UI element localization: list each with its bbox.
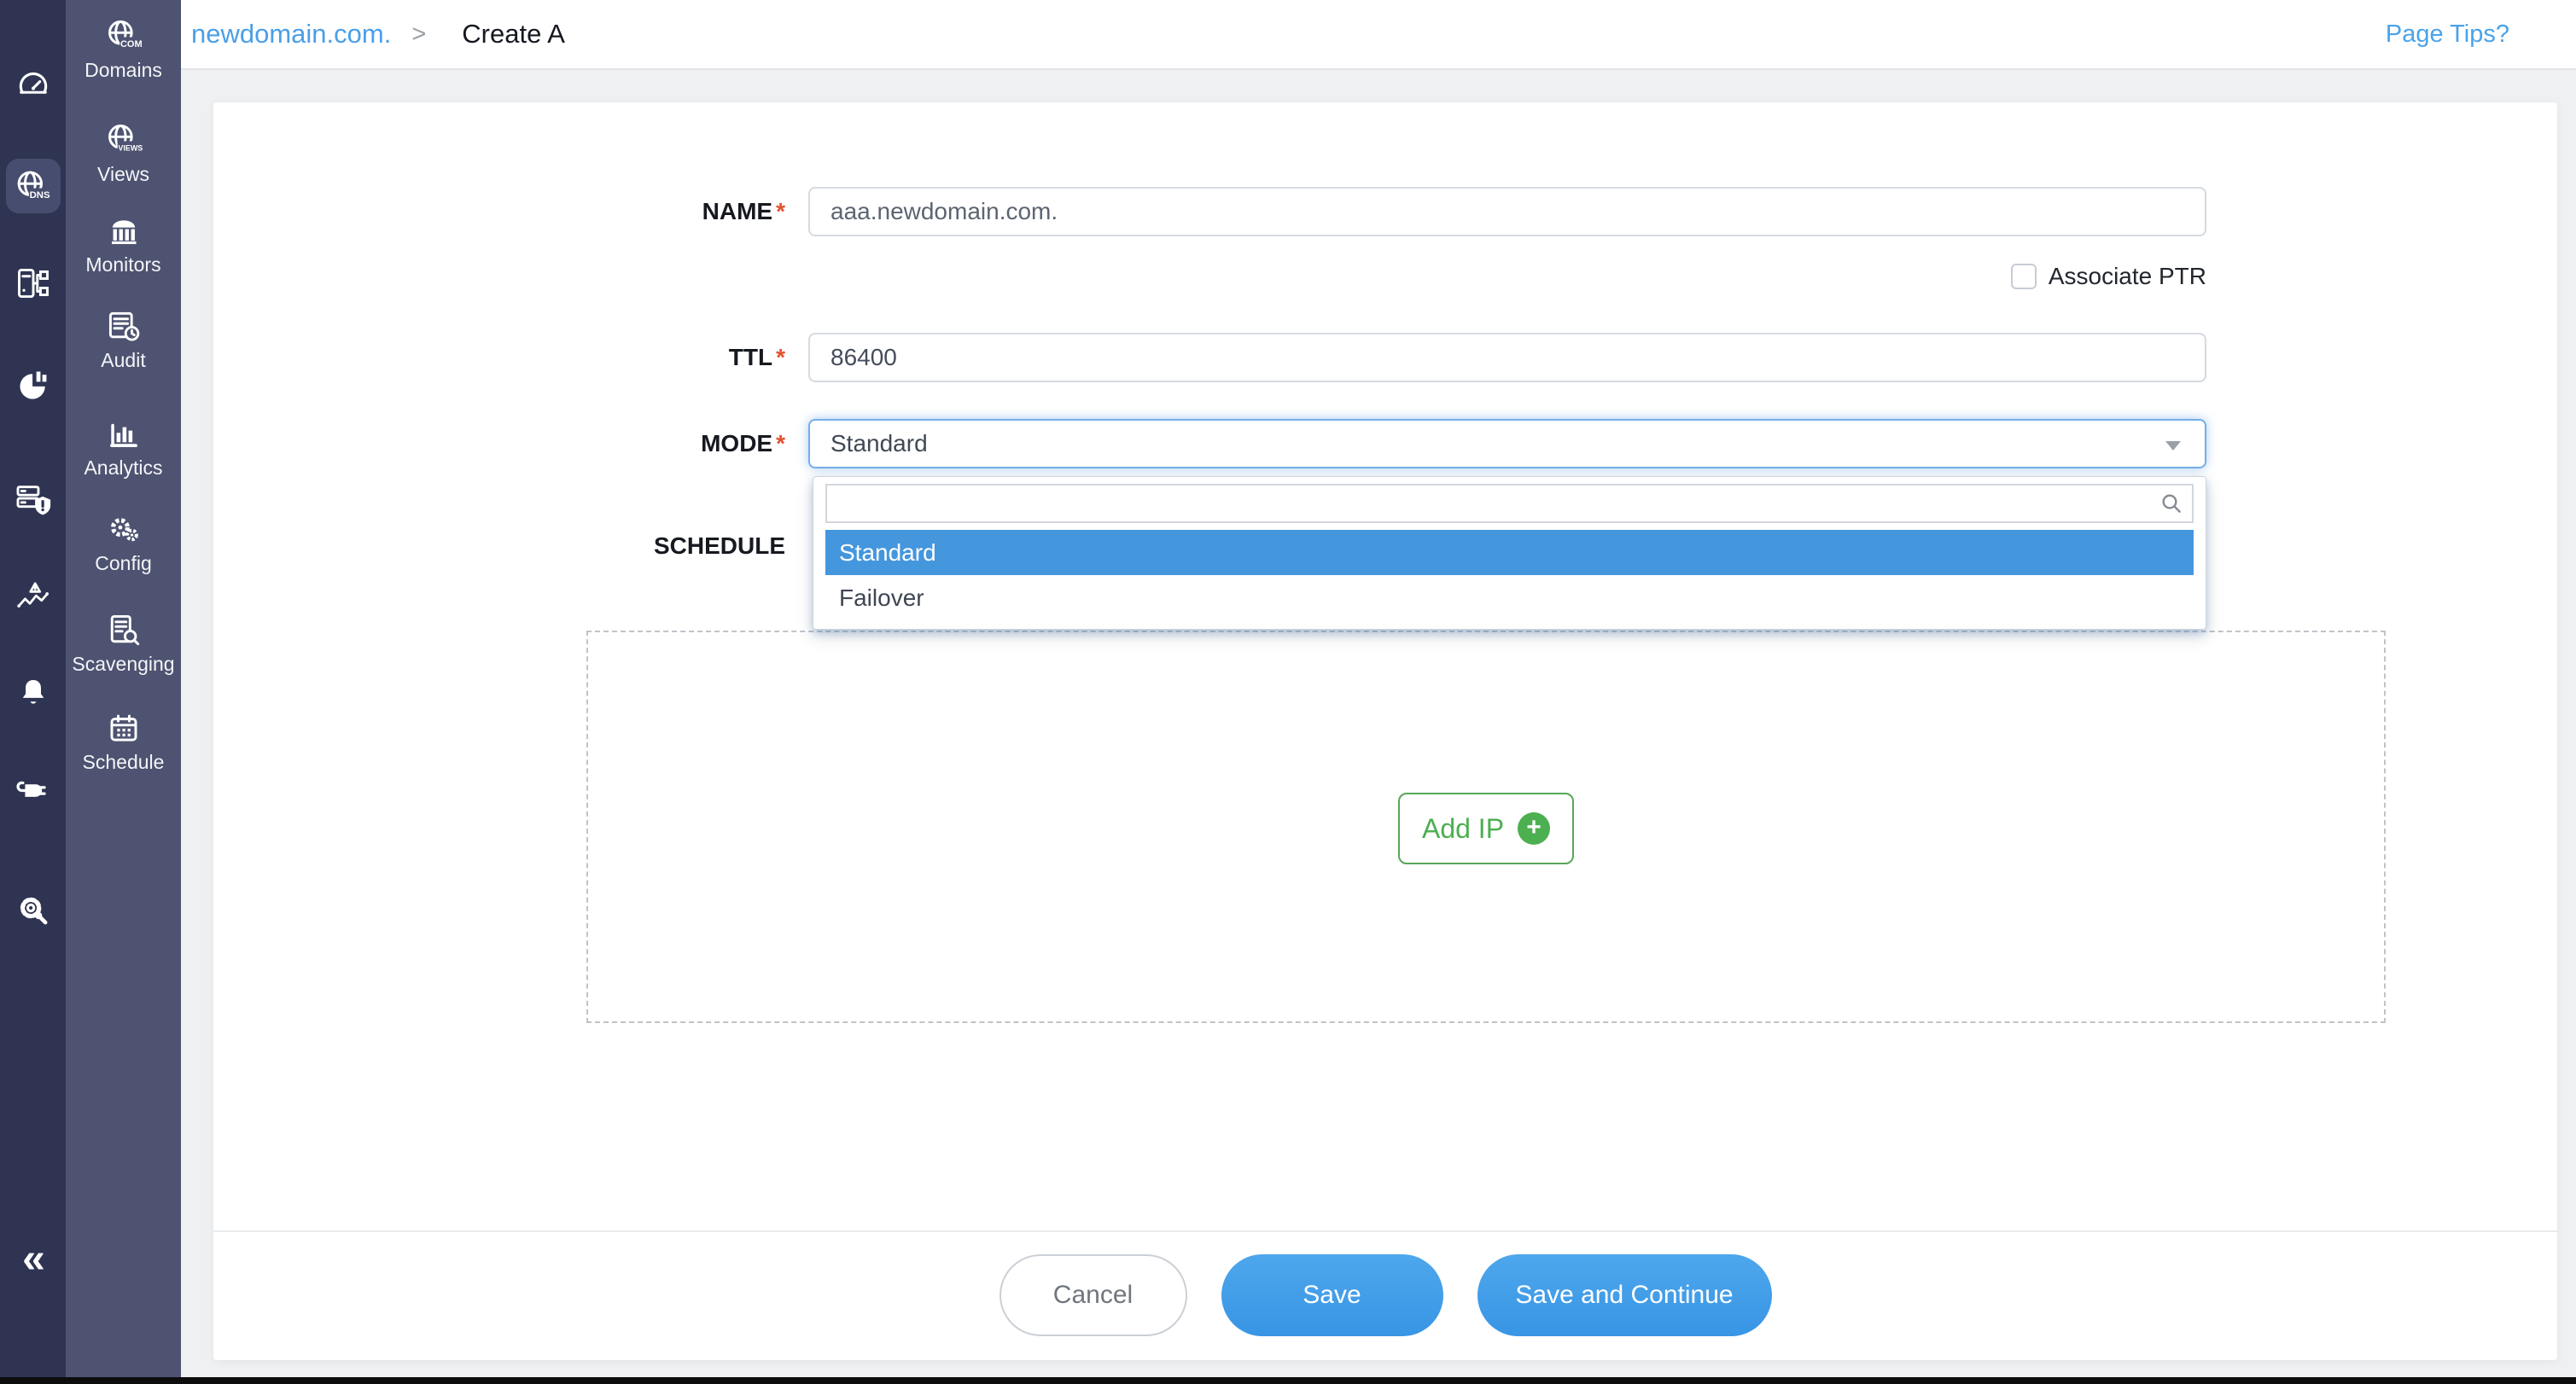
notifications-bell-icon — [15, 674, 52, 712]
sidebar-menu: COM Domains VIEWS Views Monitors — [66, 0, 181, 1384]
dropdown-option-list: Standard Failover — [825, 530, 2194, 620]
dashboard-gauge-icon — [15, 67, 52, 104]
mode-required-mark: * — [776, 430, 785, 456]
add-ip-label: Add IP — [1422, 813, 1504, 845]
reports-pie-icon — [15, 367, 52, 404]
dropdown-option-failover[interactable]: Failover — [825, 575, 2194, 620]
sidebar-item-analytics[interactable]: Analytics — [66, 416, 181, 480]
sidebar-item-audit[interactable]: Audit — [66, 307, 181, 372]
views-badge-text: VIEWS — [118, 143, 143, 152]
create-a-record-form-card: NAME* Associate PTR TTL* MODE* Standard … — [213, 102, 2557, 1360]
rail-item-anomaly[interactable] — [0, 579, 66, 616]
sidebar-item-scavenging[interactable]: Scavenging — [66, 611, 181, 676]
rail-item-notifications[interactable] — [0, 674, 66, 712]
globe-com-icon: COM — [66, 17, 181, 55]
ttl-input[interactable] — [808, 333, 2206, 382]
analytics-bars-icon — [66, 416, 181, 452]
search-icon — [2158, 490, 2185, 521]
collapse-chevrons-icon: « — [22, 1236, 44, 1282]
breadcrumb-separator: > — [411, 20, 426, 49]
sidebar-item-schedule[interactable]: Schedule — [66, 711, 181, 774]
sidebar-collapse-button[interactable]: « — [0, 1236, 66, 1282]
rail-item-admin[interactable] — [0, 889, 66, 928]
add-ip-button[interactable]: Add IP + — [1398, 793, 1574, 864]
breadcrumb-domain-link[interactable]: newdomain.com. — [191, 19, 391, 49]
associate-ptr-row: Associate PTR — [808, 261, 2206, 292]
name-required-mark: * — [776, 198, 785, 224]
sidebar-item-label: Schedule — [66, 751, 181, 774]
mode-label: MODE* — [213, 419, 785, 468]
rail-item-dashboard[interactable] — [0, 67, 66, 104]
save-button[interactable]: Save — [1221, 1254, 1443, 1336]
rail-item-reports[interactable] — [0, 367, 66, 404]
config-gears-icon — [66, 510, 181, 548]
rail-item-ipam[interactable] — [0, 265, 66, 302]
rail-item-faults[interactable] — [0, 480, 66, 519]
com-badge-text: COM — [119, 39, 142, 49]
sidebar-item-domains[interactable]: COM Domains — [66, 17, 181, 82]
integrations-plug-icon — [14, 770, 53, 809]
footer-divider — [213, 1230, 2557, 1232]
ttl-required-mark: * — [776, 344, 785, 370]
dns-badge-text: DNS — [29, 190, 50, 201]
dns-globe-icon: DNS — [15, 167, 52, 205]
mode-dropdown-panel: Standard Failover — [813, 476, 2206, 630]
audit-list-clock-icon — [66, 307, 181, 345]
rail-item-dns[interactable]: DNS — [0, 167, 66, 205]
icon-rail: DNS — [0, 0, 66, 1384]
sidebar-item-label: Config — [66, 552, 181, 575]
anomaly-graph-icon — [15, 579, 52, 616]
name-input[interactable] — [808, 187, 2206, 236]
page-title: Create A — [462, 19, 565, 49]
globe-views-icon: VIEWS — [66, 121, 181, 159]
monitors-building-icon — [66, 213, 181, 249]
schedule-calendar-icon — [66, 711, 181, 747]
sidebar-item-label: Monitors — [66, 253, 181, 276]
sidebar-item-views[interactable]: VIEWS Views — [66, 121, 181, 186]
associate-ptr-checkbox[interactable] — [2011, 264, 2037, 289]
sidebar-item-label: Scavenging — [66, 653, 181, 676]
dropdown-search-input[interactable] — [825, 484, 2194, 523]
mode-selected-value: Standard — [830, 430, 928, 457]
ip-list-dropzone: Add IP + — [586, 631, 2386, 1023]
admin-tools-icon — [14, 889, 53, 928]
sidebar-item-label: Domains — [66, 59, 181, 82]
dropdown-search-wrap — [825, 484, 2194, 523]
associate-ptr-label: Associate PTR — [2049, 263, 2206, 290]
scavenging-search-doc-icon — [66, 611, 181, 648]
rail-item-integrations[interactable] — [0, 770, 66, 809]
top-bar: newdomain.com. > Create A Page Tips? — [181, 0, 2576, 70]
dropdown-option-standard[interactable]: Standard — [825, 530, 2194, 575]
mode-select[interactable]: Standard — [808, 419, 2206, 468]
sidebar-item-config[interactable]: Config — [66, 510, 181, 575]
sidebar-item-label: Audit — [66, 349, 181, 372]
page-tips-link[interactable]: Page Tips? — [2386, 20, 2509, 49]
name-label: NAME* — [213, 187, 785, 236]
sidebar-item-label: Views — [66, 163, 181, 186]
sidebar-item-label: Analytics — [66, 456, 181, 480]
plus-circle-icon: + — [1518, 812, 1550, 845]
sidebar-item-monitors[interactable]: Monitors — [66, 213, 181, 276]
bottom-edge-strip — [0, 1377, 2576, 1384]
ttl-label: TTL* — [213, 333, 785, 382]
dropdown-caret-icon — [2165, 441, 2181, 451]
ipam-tree-icon — [15, 265, 52, 302]
cancel-button[interactable]: Cancel — [1000, 1254, 1187, 1336]
save-and-continue-button[interactable]: Save and Continue — [1477, 1254, 1772, 1336]
schedule-label: SCHEDULE — [213, 521, 785, 571]
footer-actions: Cancel Save Save and Continue — [213, 1254, 2557, 1336]
server-alert-icon — [14, 480, 53, 519]
